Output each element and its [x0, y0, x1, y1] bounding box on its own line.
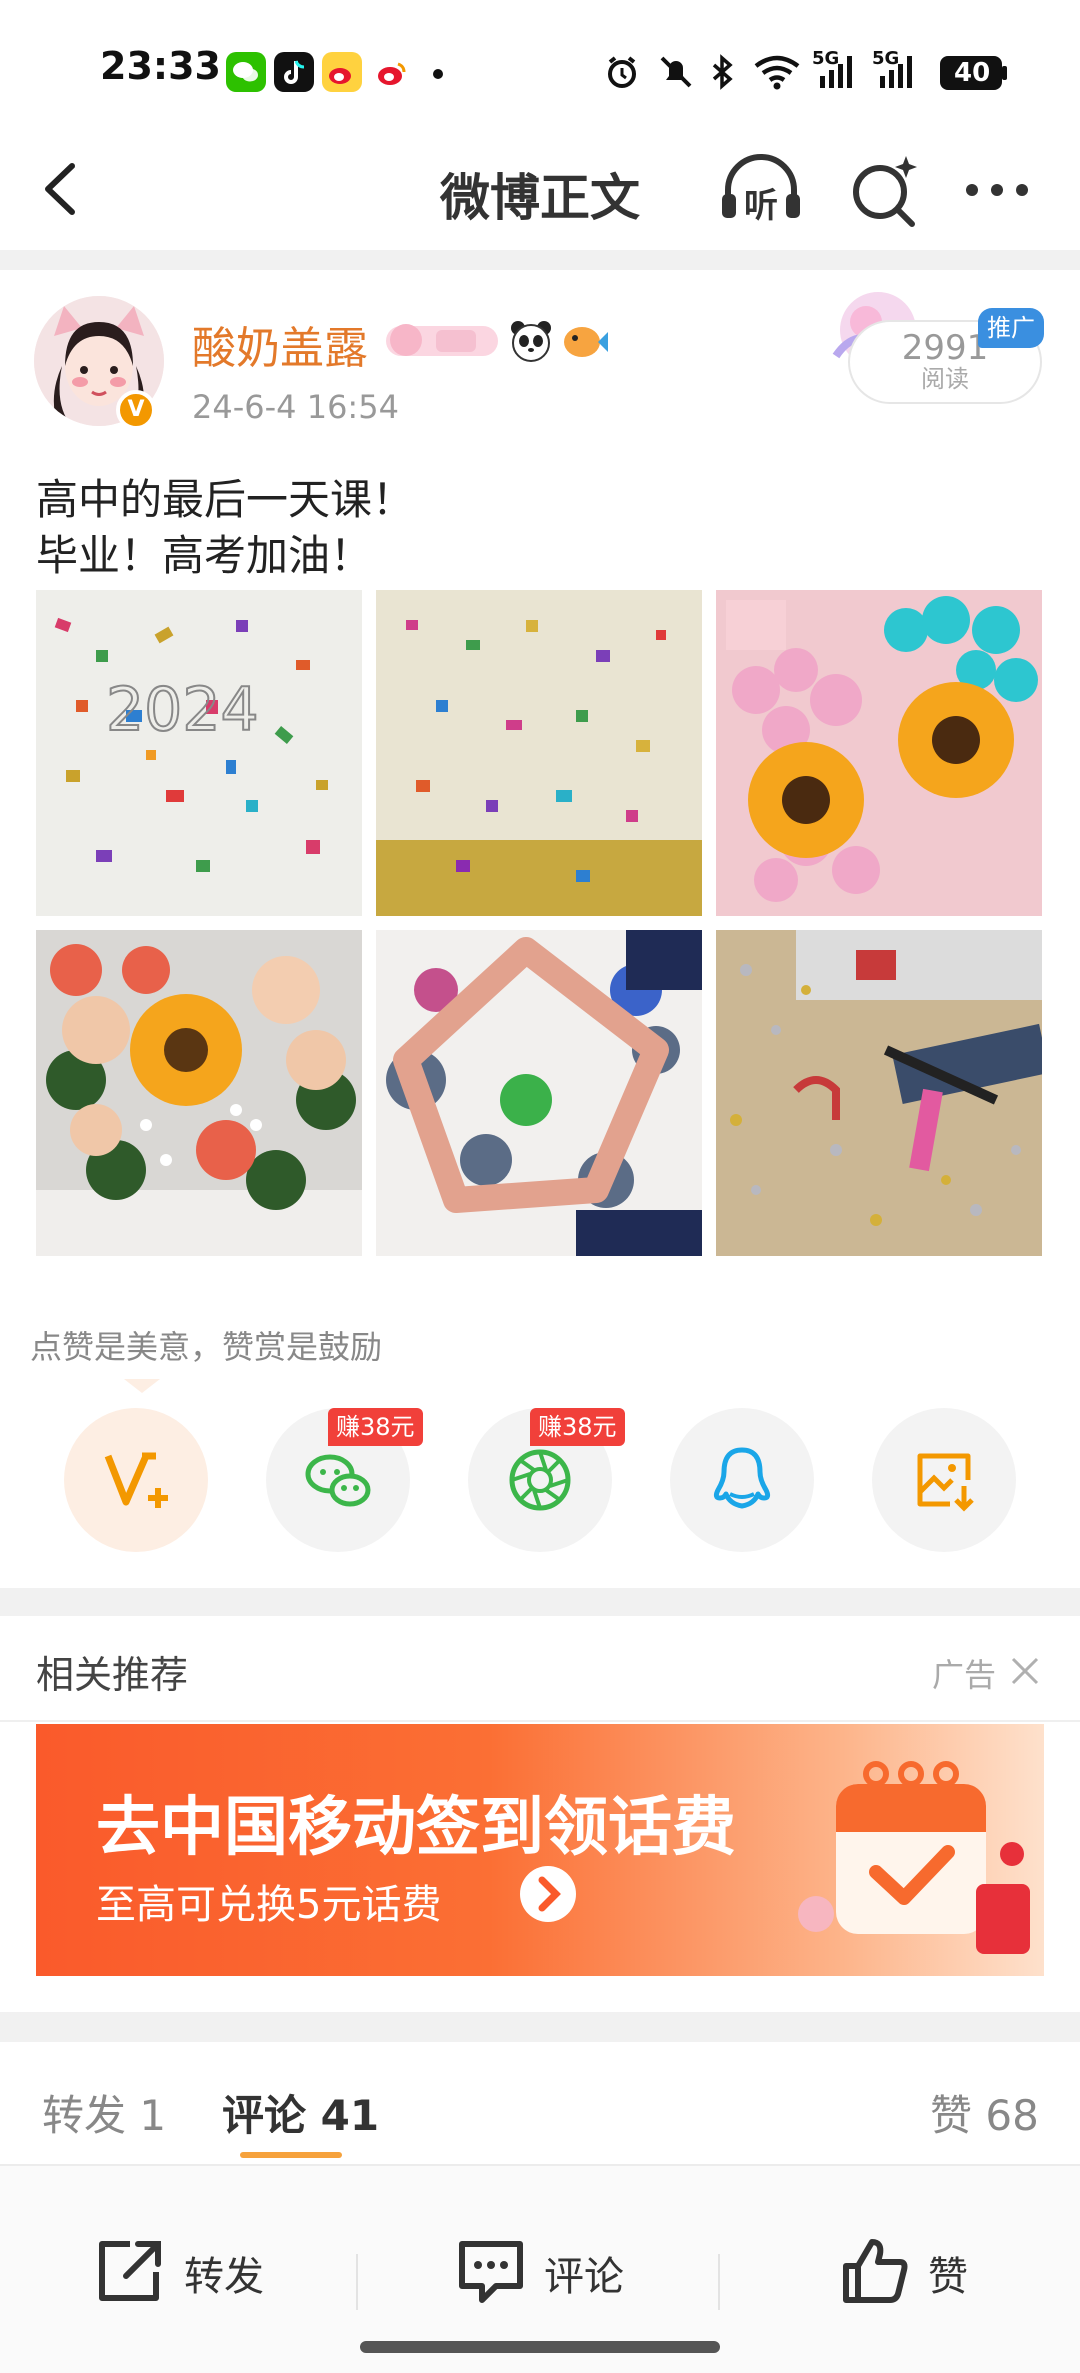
divider	[0, 1720, 1080, 1722]
like-label: 赞	[928, 2254, 968, 2300]
tiktok-icon	[274, 52, 314, 92]
post-image-rose-sunflower-bouquet[interactable]	[36, 930, 362, 1256]
alarm-icon	[602, 52, 642, 92]
vplus-icon	[104, 1452, 168, 1508]
like-button[interactable]: 赞	[840, 2226, 1000, 2316]
close-ad-button[interactable]	[1008, 1654, 1042, 1688]
tab-likes[interactable]: 赞 68	[930, 2082, 1039, 2143]
nav-bar: 微博正文 听	[0, 130, 1080, 250]
wifi-icon	[752, 52, 802, 92]
earn-badge: 赚38元	[328, 1408, 423, 1446]
promo-badge[interactable]: 推广	[978, 308, 1044, 348]
verified-badge-icon: V	[116, 390, 156, 430]
mute-icon	[656, 52, 696, 92]
earn-badge: 赚38元	[530, 1408, 625, 1446]
related-title: 相关推荐	[36, 1653, 189, 1697]
wechat-share-icon	[305, 1454, 371, 1507]
calendar-check-icon	[776, 1744, 1036, 1974]
wechat-icon	[226, 52, 266, 92]
tip-pointer	[116, 1378, 168, 1393]
weibo-lite-icon	[372, 52, 412, 92]
banner-arrow-icon	[520, 1866, 576, 1922]
banner-headline: 去中国移动签到领话费	[96, 1791, 736, 1865]
save-image-icon	[917, 1453, 974, 1512]
vplus-reward-button[interactable]	[64, 1408, 208, 1552]
status-time: 23:33	[100, 44, 221, 88]
section-divider	[0, 1588, 1080, 1616]
divider	[718, 2254, 720, 2310]
post-image-confetti-paper[interactable]	[376, 590, 702, 916]
tab-comments[interactable]: 评论 41	[222, 2082, 379, 2143]
repost-button[interactable]: 转发	[96, 2226, 276, 2316]
svg-text:2024: 2024	[106, 675, 259, 745]
signal-icon: 5G	[812, 48, 862, 92]
search-sparkle-icon	[853, 156, 917, 227]
qq-share-button[interactable]	[670, 1408, 814, 1552]
divider	[356, 2254, 358, 2310]
bluetooth-icon	[702, 52, 742, 92]
weibo-icon	[322, 52, 362, 92]
post-image-handprints[interactable]	[376, 930, 702, 1256]
battery-level: 40	[954, 58, 991, 88]
post-text-line: 毕业！高考加油！	[36, 531, 373, 580]
post-text-line: 高中的最后一天课！	[36, 475, 415, 524]
repost-label: 转发	[184, 2254, 264, 2300]
panda-icon	[508, 318, 554, 364]
comment-label: 评论	[544, 2254, 624, 2300]
thumbs-up-icon	[843, 2239, 908, 2303]
post-image-sunflower-bouquet[interactable]	[716, 590, 1042, 916]
bottom-action-bar: 转发 评论 赞	[0, 2164, 1080, 2373]
listen-button[interactable]: 听	[718, 152, 804, 228]
battery-icon: 40	[940, 52, 1010, 92]
section-divider	[0, 2012, 1080, 2042]
listen-label: 听	[744, 186, 778, 226]
reward-tip: 点赞是美意，赞赏是鼓励	[30, 1328, 383, 1366]
post-image-confetti-poster[interactable]: 2024	[36, 590, 362, 916]
comment-button[interactable]: 评论	[456, 2226, 636, 2316]
dot-icon	[424, 52, 464, 92]
more-button[interactable]	[962, 170, 1032, 210]
member-level-badge-icon	[384, 318, 500, 362]
repost-icon	[99, 2241, 161, 2301]
section-divider	[0, 250, 1080, 270]
ad-label: 广告	[932, 1656, 997, 1694]
username[interactable]: 酸奶盖露	[192, 312, 368, 376]
post-timestamp: 24-6-4 16:54	[192, 388, 399, 426]
network-5g-label: 5G	[872, 48, 900, 69]
ad-banner[interactable]: 去中国移动签到领话费 至高可兑换5元话费	[36, 1724, 1044, 1976]
read-label: 阅读	[921, 365, 969, 393]
network-5g-label: 5G	[812, 48, 840, 69]
post-image-desk-confetti[interactable]	[716, 930, 1042, 1256]
moments-icon	[509, 1449, 571, 1511]
save-image-button[interactable]	[872, 1408, 1016, 1552]
fish-icon	[560, 318, 610, 364]
banner-subline: 至高可兑换5元话费	[96, 1882, 442, 1928]
qq-icon	[713, 1447, 771, 1509]
signal-icon: 5G	[872, 48, 922, 92]
close-icon	[1011, 1657, 1039, 1685]
active-tab-indicator	[240, 2152, 342, 2158]
comment-icon	[459, 2241, 523, 2303]
tab-repost[interactable]: 转发 1	[42, 2082, 166, 2143]
home-indicator[interactable]	[360, 2341, 720, 2353]
more-icon	[966, 184, 1028, 196]
status-bar: 23:33 5G 5G 40	[0, 0, 1080, 130]
search-button[interactable]	[846, 152, 922, 228]
